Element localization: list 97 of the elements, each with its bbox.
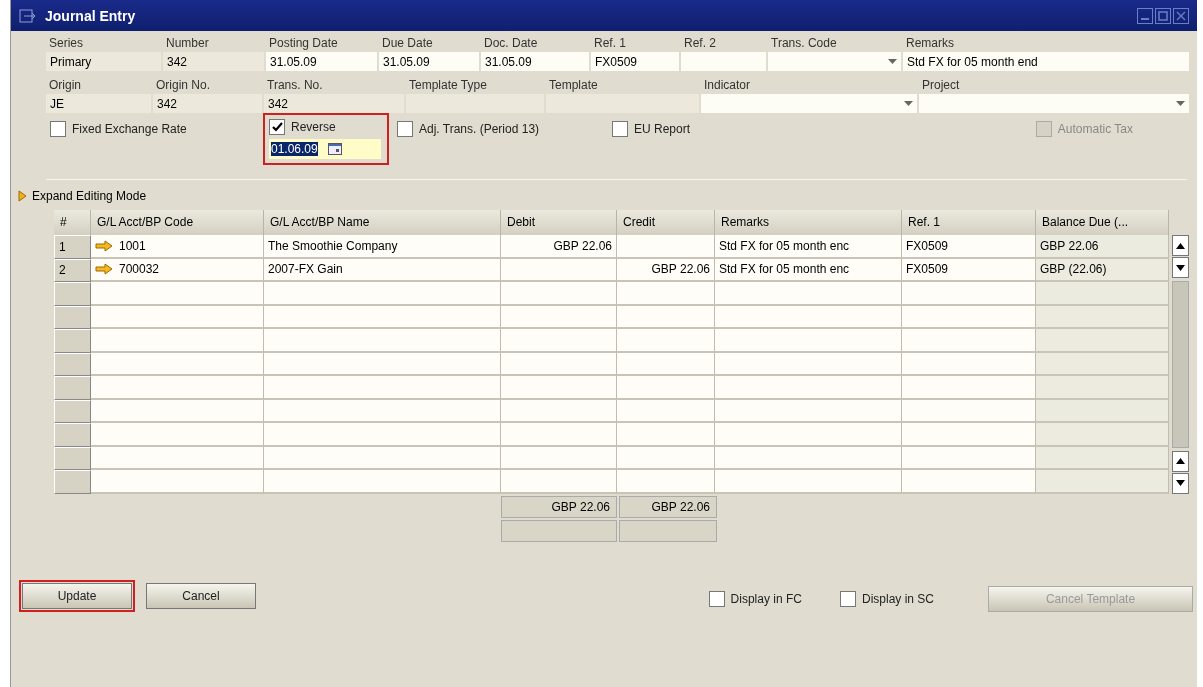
input-field[interactable]: 342 bbox=[264, 94, 404, 113]
dropdown-field[interactable] bbox=[919, 94, 1189, 113]
dropdown-field[interactable] bbox=[701, 94, 917, 113]
input-field[interactable]: 31.05.09 bbox=[379, 52, 479, 71]
field-label: Posting Date bbox=[268, 35, 339, 52]
arrow-icon[interactable] bbox=[95, 239, 113, 252]
table-cell: 2007-FX Gain bbox=[264, 258, 501, 282]
date-field[interactable]: 01.06.09 bbox=[269, 139, 381, 159]
field-label: Trans. Code bbox=[770, 35, 838, 52]
row-number[interactable]: 1 bbox=[54, 235, 91, 259]
row-header[interactable] bbox=[54, 305, 91, 329]
column-header[interactable]: G/L Acct/BP Code bbox=[91, 210, 264, 235]
input-field[interactable]: Std FX for 05 month end bbox=[903, 52, 1189, 71]
maximize-icon[interactable] bbox=[1155, 7, 1171, 24]
column-header[interactable]: # bbox=[54, 210, 91, 235]
field-label: Ref. 2 bbox=[683, 35, 717, 52]
table-cell: GBP 22.06 bbox=[501, 235, 617, 259]
row-header[interactable] bbox=[54, 423, 91, 447]
arrow-icon[interactable] bbox=[95, 263, 113, 276]
down-arrow-icon[interactable] bbox=[1176, 480, 1185, 486]
form-icon bbox=[19, 8, 37, 23]
row-header[interactable] bbox=[54, 329, 91, 353]
row-number[interactable]: 2 bbox=[54, 258, 91, 282]
field-label: Doc. Date bbox=[483, 35, 539, 52]
table-cell: GBP 22.06 bbox=[617, 258, 715, 282]
dropdown-arrow-icon[interactable] bbox=[888, 59, 897, 64]
input-field[interactable]: JE bbox=[46, 94, 151, 113]
input-field[interactable]: Primary bbox=[46, 52, 161, 71]
input-field[interactable]: FX0509 bbox=[591, 52, 679, 71]
field-label: Number bbox=[165, 35, 210, 52]
checkbox-label: Fixed Exchange Rate bbox=[72, 122, 187, 136]
table-cell: FX0509 bbox=[902, 235, 1036, 259]
field-label: Template Type bbox=[408, 77, 488, 94]
checkbox-label: Reverse bbox=[291, 120, 336, 134]
expand-editing-mode-link[interactable]: Expand Editing Mode bbox=[32, 189, 147, 203]
table-cell: FX0509 bbox=[902, 258, 1036, 282]
checkbox[interactable] bbox=[50, 121, 66, 137]
column-header[interactable]: G/L Acct/BP Name bbox=[264, 210, 501, 235]
field-label: Series bbox=[48, 35, 84, 52]
checkbox-label: Adj. Trans. (Period 13) bbox=[419, 122, 540, 136]
checkbox-label: EU Report bbox=[634, 122, 691, 136]
row-header[interactable] bbox=[54, 352, 91, 376]
up-arrow-icon[interactable] bbox=[1176, 458, 1185, 464]
close-icon[interactable] bbox=[1173, 7, 1189, 24]
checkbox-label: Display in FC bbox=[730, 591, 802, 606]
checkbox[interactable] bbox=[839, 590, 856, 607]
checkbox-label: Automatic Tax bbox=[1057, 122, 1133, 136]
input-field[interactable]: 31.05.09 bbox=[266, 52, 377, 71]
minimize-icon[interactable] bbox=[1137, 7, 1153, 24]
row-header[interactable] bbox=[54, 282, 91, 306]
down-arrow-icon[interactable] bbox=[1176, 264, 1185, 271]
column-header[interactable]: Debit bbox=[501, 210, 617, 235]
column-header[interactable]: Remarks bbox=[715, 210, 902, 235]
checkbox[interactable] bbox=[269, 119, 285, 135]
field-label: Template bbox=[548, 77, 599, 94]
cancel-button[interactable]: Cancel bbox=[146, 582, 256, 609]
field-label: Trans. No. bbox=[266, 77, 324, 94]
table-cell: The Smoothie Company bbox=[264, 235, 501, 259]
window-title: Journal Entry bbox=[45, 7, 137, 24]
table-cell: 700032 bbox=[119, 262, 160, 277]
input-field[interactable]: 342 bbox=[163, 52, 264, 71]
input-field[interactable] bbox=[681, 52, 766, 71]
field-label: Due Date bbox=[381, 35, 434, 52]
input-field[interactable]: 342 bbox=[153, 94, 262, 113]
table-cell: Std FX for 05 month enc bbox=[715, 235, 902, 259]
checkbox[interactable] bbox=[612, 121, 628, 137]
checkbox-label: Display in SC bbox=[861, 591, 934, 606]
triangle-icon[interactable] bbox=[18, 190, 27, 202]
field-label: Project bbox=[921, 77, 961, 94]
column-header[interactable]: Credit bbox=[617, 210, 715, 235]
credit-total: GBP 22.06 bbox=[619, 495, 717, 518]
field-label: Indicator bbox=[703, 77, 752, 94]
field-label: Ref. 1 bbox=[593, 35, 627, 52]
row-header[interactable] bbox=[54, 399, 91, 423]
calendar-icon[interactable] bbox=[327, 143, 342, 155]
row-header[interactable] bbox=[54, 376, 91, 400]
checkbox[interactable] bbox=[397, 121, 413, 137]
column-header[interactable]: Balance Due (... bbox=[1036, 210, 1169, 235]
dropdown-field[interactable] bbox=[768, 52, 901, 71]
dropdown-arrow-icon[interactable] bbox=[1176, 101, 1185, 106]
up-arrow-icon[interactable] bbox=[1176, 242, 1185, 249]
column-header[interactable]: Ref. 1 bbox=[902, 210, 1036, 235]
update-button[interactable]: Update bbox=[22, 582, 132, 609]
row-header[interactable] bbox=[54, 470, 91, 494]
field-label: Remarks bbox=[905, 35, 955, 52]
table-cell: GBP 22.06 bbox=[1036, 235, 1169, 259]
input-field[interactable]: 31.05.09 bbox=[481, 52, 589, 71]
debit-total: GBP 22.06 bbox=[501, 495, 617, 518]
table-cell: Std FX for 05 month enc bbox=[715, 258, 902, 282]
table-cell: GBP (22.06) bbox=[1036, 258, 1169, 282]
table-cell: 1001 bbox=[119, 238, 146, 253]
dropdown-arrow-icon[interactable] bbox=[904, 101, 913, 106]
checkbox[interactable] bbox=[708, 590, 725, 607]
field-label: Origin No. bbox=[155, 77, 212, 94]
scrollbar[interactable] bbox=[1172, 235, 1189, 494]
field-label: Origin bbox=[48, 77, 82, 94]
row-header[interactable] bbox=[54, 446, 91, 470]
